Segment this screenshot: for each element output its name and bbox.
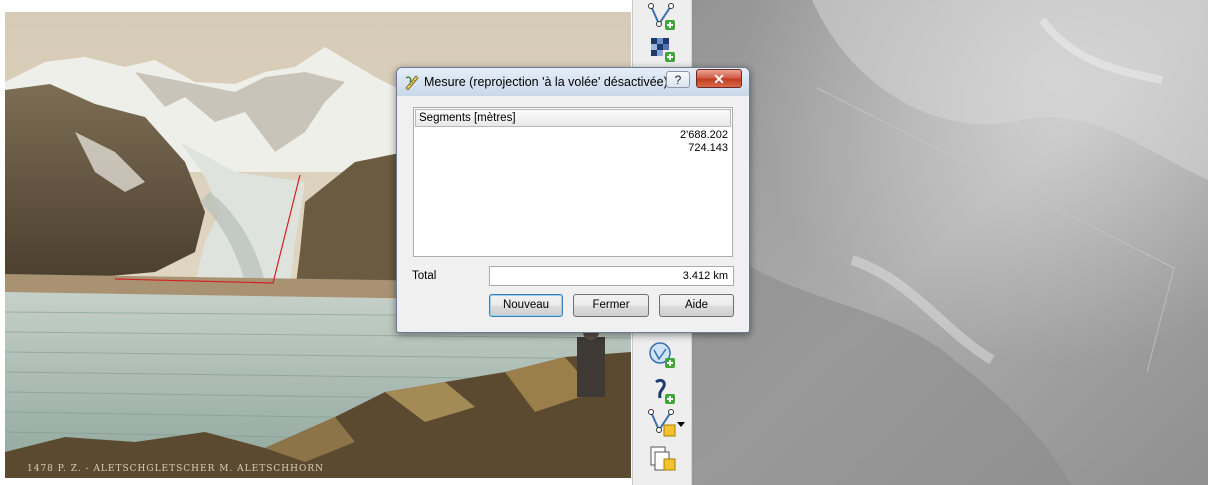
photo-caption: 1478 P. Z. - ALETSCHGLETSCHER M. ALETSCH… (27, 464, 324, 474)
add-raster-layer-icon[interactable] (645, 32, 679, 66)
measure-dialog: Mesure (reprojection 'à la volée' désact… (396, 67, 750, 333)
add-wms-layer-icon[interactable] (645, 338, 679, 372)
segment-row[interactable]: 724.143 (414, 142, 728, 155)
total-label: Total (412, 270, 437, 282)
segment-row[interactable]: 2'688.202 (414, 129, 728, 142)
paste-layer-icon[interactable] (645, 441, 679, 475)
segments-table[interactable]: Segments [mètres] 2'688.202 724.143 (413, 107, 733, 257)
help-dialog-button[interactable]: Aide (659, 294, 734, 317)
total-field[interactable]: 3.412 km (489, 266, 734, 286)
segments-header[interactable]: Segments [mètres] (415, 109, 731, 127)
segments-list: 2'688.202 724.143 (414, 129, 728, 155)
close-button[interactable]: Fermer (573, 294, 649, 317)
add-layer-dropdown-icon[interactable] (675, 408, 687, 442)
add-delimited-text-icon[interactable] (645, 374, 679, 408)
dialog-titlebar[interactable]: Mesure (reprojection 'à la volée' désact… (397, 68, 749, 96)
map-canvas-raster-layer[interactable] (692, 0, 1208, 485)
new-button[interactable]: Nouveau (489, 294, 563, 317)
add-vector-layer-icon[interactable] (645, 0, 679, 34)
help-button[interactable]: ? (666, 71, 690, 88)
close-window-button[interactable]: ✕ (696, 69, 742, 88)
dialog-body: Segments [mètres] 2'688.202 724.143 Tota… (405, 97, 741, 324)
new-shapefile-icon[interactable] (645, 406, 679, 440)
ruler-icon (404, 74, 420, 91)
dialog-title: Mesure (reprojection 'à la volée' désact… (424, 75, 668, 89)
